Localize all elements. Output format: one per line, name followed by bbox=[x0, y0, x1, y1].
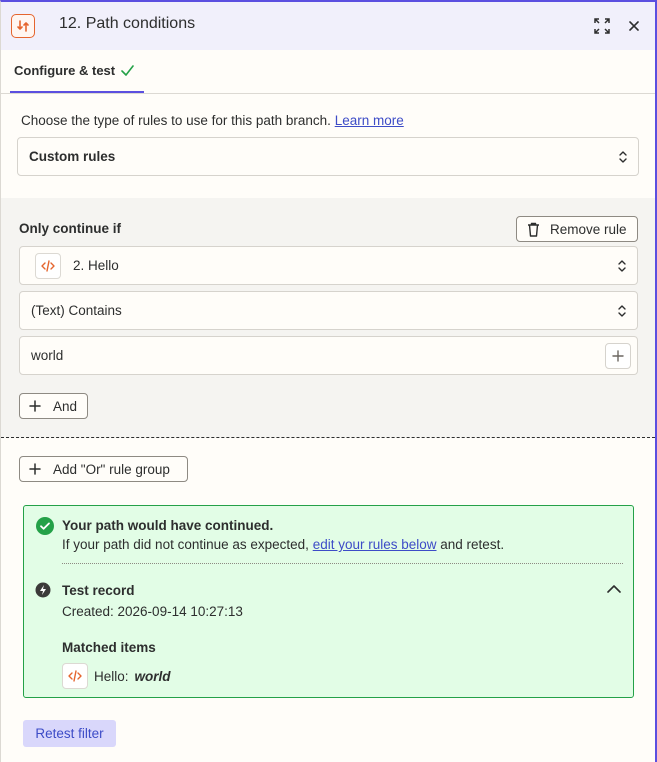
test-result-card: Your path would have continued. If your … bbox=[23, 505, 634, 698]
rule-group: Only continue if Remove rule 2. Hello (T… bbox=[1, 198, 655, 438]
or-label: Add "Or" rule group bbox=[53, 461, 170, 477]
matched-key: Hello: bbox=[94, 668, 129, 684]
value-text: world bbox=[31, 348, 64, 363]
rule-type-value: Custom rules bbox=[29, 149, 116, 164]
remove-rule-button[interactable]: Remove rule bbox=[516, 216, 638, 242]
rule-type-select[interactable]: Custom rules bbox=[17, 137, 639, 176]
field-select[interactable]: 2. Hello bbox=[19, 246, 638, 285]
test-record-title: Test record bbox=[62, 583, 135, 598]
success-check-icon bbox=[36, 517, 54, 535]
edit-rules-link[interactable]: edit your rules below bbox=[313, 537, 437, 552]
record-created: Created: 2026-09-14 10:27:13 bbox=[62, 604, 243, 619]
chevron-updown-icon bbox=[618, 259, 626, 272]
rule-type-prompt: Choose the type of rules to use for this… bbox=[21, 113, 404, 128]
sub-prefix: If your path did not continue as expecte… bbox=[62, 537, 309, 552]
divider bbox=[62, 563, 623, 564]
add-or-rule-group-button[interactable]: Add "Or" rule group bbox=[19, 456, 188, 482]
chevron-up-icon[interactable] bbox=[607, 584, 621, 593]
field-value: 2. Hello bbox=[73, 258, 119, 273]
and-label: And bbox=[53, 398, 78, 414]
value-input[interactable]: world bbox=[19, 336, 638, 375]
and-button[interactable]: And bbox=[19, 393, 88, 419]
tab-configure-test[interactable]: Configure & test bbox=[10, 50, 144, 93]
prompt-text: Choose the type of rules to use for this… bbox=[21, 113, 331, 128]
path-conditions-panel: 12. Path conditions Configure & test Cho… bbox=[0, 0, 657, 762]
panel-title: 12. Path conditions bbox=[59, 15, 196, 32]
condition-select[interactable]: (Text) Contains bbox=[19, 291, 638, 330]
chevron-updown-icon bbox=[618, 304, 626, 317]
matched-items-title: Matched items bbox=[62, 640, 156, 655]
expand-icon[interactable] bbox=[592, 16, 612, 36]
code-icon bbox=[35, 252, 61, 279]
tab-bar: Configure & test bbox=[1, 50, 655, 94]
matched-value: world bbox=[134, 668, 171, 684]
condition-value: (Text) Contains bbox=[31, 303, 122, 318]
check-icon bbox=[121, 65, 134, 76]
result-title: Your path would have continued. bbox=[62, 518, 274, 533]
plus-icon bbox=[29, 400, 41, 412]
path-branch-icon bbox=[11, 14, 35, 38]
code-icon bbox=[62, 663, 88, 689]
retest-filter-button[interactable]: Retest filter bbox=[23, 720, 116, 747]
remove-rule-label: Remove rule bbox=[550, 221, 627, 237]
plus-icon bbox=[29, 463, 41, 475]
plus-icon bbox=[612, 350, 624, 362]
close-icon[interactable] bbox=[624, 16, 644, 36]
learn-more-link[interactable]: Learn more bbox=[335, 113, 404, 128]
matched-item: Hello: world bbox=[62, 663, 171, 689]
bolt-icon bbox=[35, 582, 51, 598]
sub-suffix: and retest. bbox=[440, 537, 505, 552]
chevron-updown-icon bbox=[619, 150, 627, 163]
insert-data-button[interactable] bbox=[605, 343, 631, 369]
only-continue-if-label: Only continue if bbox=[19, 221, 122, 236]
trash-icon bbox=[528, 222, 539, 237]
result-subtitle: If your path did not continue as expecte… bbox=[62, 537, 504, 552]
tab-label: Configure & test bbox=[14, 63, 116, 78]
panel-header: 12. Path conditions bbox=[1, 2, 655, 50]
